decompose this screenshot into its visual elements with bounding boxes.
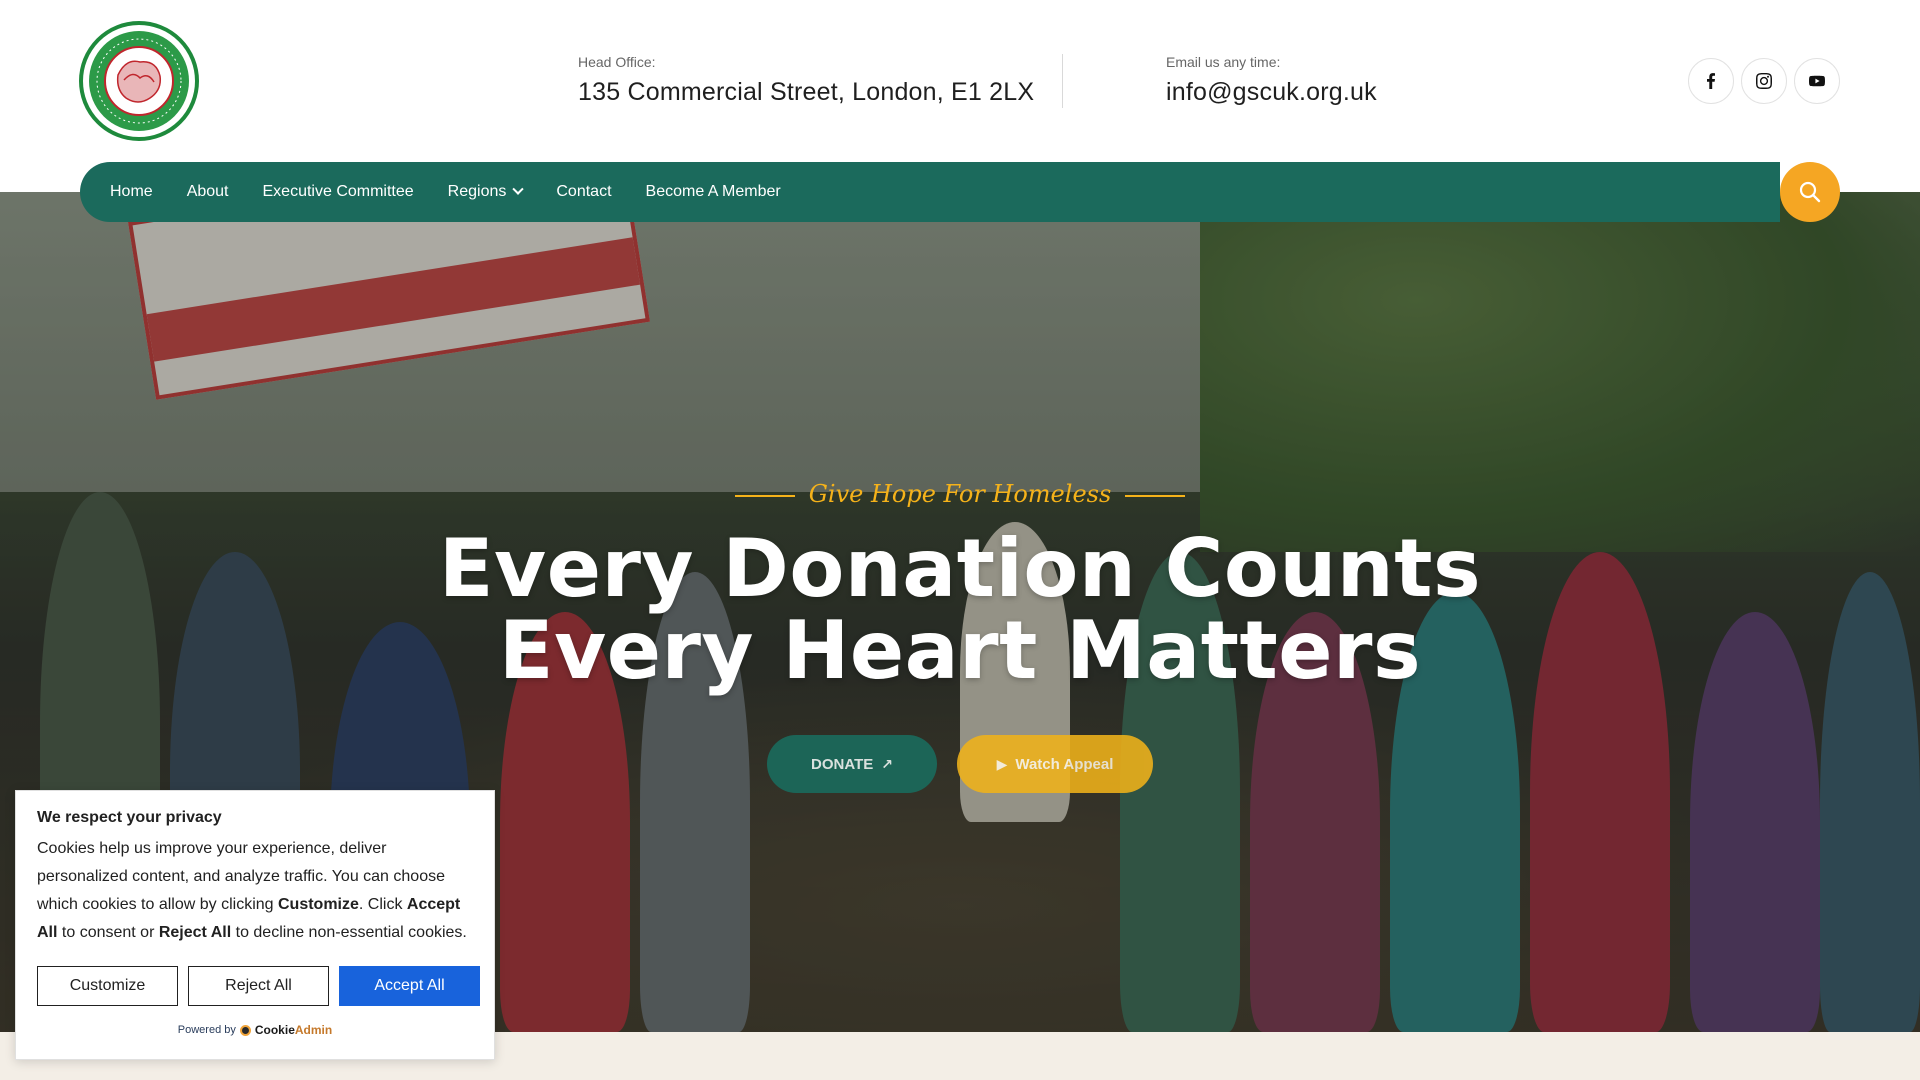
hero-tagline-text: Give Hope For Homeless bbox=[808, 480, 1112, 508]
head-office-address: 135 Commercial Street, London, E1 2LX bbox=[578, 78, 1035, 106]
cookie-text-part: . Click bbox=[358, 896, 407, 913]
cookie-reject-all-button[interactable]: Reject All bbox=[188, 966, 329, 1006]
cookie-description: Cookies help us improve your experience,… bbox=[37, 835, 473, 947]
head-office-label: Head Office: bbox=[578, 54, 656, 70]
watch-appeal-button[interactable]: ▶ Watch Appeal bbox=[957, 735, 1153, 793]
email-label: Email us any time: bbox=[1166, 54, 1281, 70]
email-address[interactable]: info@gscuk.org.uk bbox=[1166, 78, 1377, 107]
header-divider bbox=[1062, 54, 1063, 108]
facebook-icon bbox=[1707, 73, 1715, 89]
cookieadmin-brand-cookie: Cookie bbox=[254, 1023, 295, 1037]
head-office-info: Head Office: 135 Commercial Street, Lond… bbox=[578, 54, 1034, 107]
nav-item-regions-label: Regions bbox=[447, 183, 507, 200]
watch-appeal-label: Watch Appeal bbox=[1015, 755, 1114, 773]
youtube-icon bbox=[1809, 75, 1825, 87]
nav-item-contact[interactable]: Contact bbox=[556, 183, 611, 201]
nav-item-about[interactable]: About bbox=[187, 183, 229, 201]
search-icon bbox=[1799, 181, 1821, 203]
nav-item-become-a-member[interactable]: Become A Member bbox=[646, 183, 781, 201]
tagline-line-left bbox=[734, 494, 795, 497]
cookie-text-part: to consent or bbox=[57, 924, 159, 941]
cookie-title: We respect your privacy bbox=[37, 809, 222, 826]
hero-headline-line1: Every Donation Counts bbox=[438, 522, 1482, 615]
cookie-consent-banner: We respect your privacy Cookies help us … bbox=[15, 790, 495, 1060]
cookie-text-part: to decline non-essential cookies. bbox=[231, 924, 467, 941]
search-button[interactable] bbox=[1780, 162, 1840, 222]
chevron-down-icon bbox=[512, 183, 525, 195]
cookie-accept-all-button[interactable]: Accept All bbox=[339, 966, 480, 1006]
hero-headline-line2: Every Heart Matters bbox=[498, 604, 1422, 697]
main-navigation: Home About Executive Committee Regions C… bbox=[80, 162, 1780, 222]
donate-button-label: DONATE bbox=[811, 755, 874, 773]
cookieadmin-logo-icon bbox=[239, 1024, 251, 1036]
cookieadmin-brand-admin: Admin bbox=[294, 1023, 333, 1037]
cookie-powered-by: Powered by CookieAdmin bbox=[16, 1023, 494, 1037]
nav-item-executive-committee[interactable]: Executive Committee bbox=[263, 183, 414, 201]
logo-emblem bbox=[79, 21, 199, 141]
play-icon: ▶ bbox=[996, 755, 1008, 772]
instagram-link[interactable] bbox=[1741, 58, 1787, 104]
tagline-line-right bbox=[1125, 494, 1186, 497]
site-logo[interactable] bbox=[78, 20, 200, 142]
powered-by-label: Powered by bbox=[177, 1024, 236, 1036]
email-info: Email us any time: info@gscuk.org.uk bbox=[1166, 54, 1377, 107]
hero-tagline: Give Hope For Homeless bbox=[0, 480, 1920, 508]
cookie-text-customize: Customize bbox=[278, 896, 359, 913]
cookie-text-reject: Reject All bbox=[158, 924, 232, 941]
cookie-buttons: Customize Reject All Accept All bbox=[37, 966, 480, 1006]
instagram-icon bbox=[1756, 73, 1772, 89]
cookie-customize-button[interactable]: Customize bbox=[37, 966, 178, 1006]
nav-item-regions[interactable]: Regions bbox=[447, 183, 525, 201]
donate-button[interactable]: DONATE ↗ bbox=[767, 735, 937, 793]
facebook-link[interactable] bbox=[1688, 58, 1734, 104]
cookieadmin-brand[interactable]: CookieAdmin bbox=[255, 1023, 332, 1037]
nav-item-home[interactable]: Home bbox=[110, 183, 153, 201]
arrow-up-right-icon: ↗ bbox=[881, 755, 893, 772]
youtube-link[interactable] bbox=[1794, 58, 1840, 104]
